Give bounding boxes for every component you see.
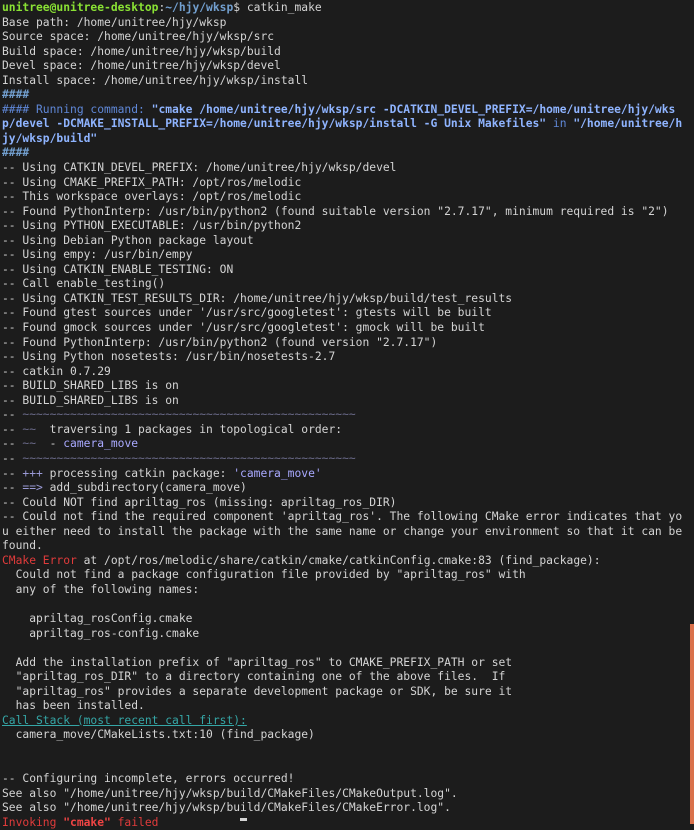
cmake-error-line: CMake Error at /opt/ros/melodic/share/ca… [2,553,601,567]
error-line: apriltag_rosConfig.cmake [2,611,193,625]
log-line: -- Found gtest sources under '/usr/src/g… [2,306,492,320]
error-line [2,597,686,612]
log-line: -- Using CATKIN_ENABLE_TESTING: ON [2,262,234,276]
configuring-incomplete-line: -- Configuring incomplete, errors occurr… [2,771,295,785]
error-line: any of the following names: [2,582,200,596]
log-line: -- Call enable_testing() [2,277,166,291]
hash-line: #### [2,88,30,102]
log-line: -- catkin 0.7.29 [2,364,111,378]
prompt-command: catkin_make [240,1,322,14]
topo-heading: -- ~~ traversing 1 packages in topologic… [2,422,343,436]
running-prefix: #### Running command: [2,102,152,116]
running-in: in [546,117,574,131]
package-name: camera_move [63,437,139,451]
call-stack-line: Call Stack (most recent call first): [2,714,686,729]
log-line: -- Using empy: /usr/bin/empy [2,248,193,262]
source-space-line: Source space: /home/unitree/hjy/wksp/src [2,30,275,44]
error-line: "apriltag_ros_DIR" to a directory contai… [2,670,506,684]
error-line: Add the installation prefix of "apriltag… [2,655,513,669]
error-line: "apriltag_ros" provides a separate devel… [2,684,513,698]
notfound-explanation: -- Could not find the required component… [2,510,689,553]
prompt-line: unitree@unitree-desktop:~/hjy/wksp$ catk… [2,1,686,16]
call-stack-label: Call Stack (most recent call first): [2,713,247,727]
prompt-path: ~/hjy/wksp [165,1,234,14]
error-line [2,641,686,656]
invoking-failed-line: Invoking "cmake" failed [2,815,159,829]
terminal-output[interactable]: unitree@unitree-desktop:~/hjy/wksp$ catk… [2,1,686,830]
log-line: -- BUILD_SHARED_LIBS is on [2,393,179,407]
running-command-line: #### Running command: "cmake /home/unitr… [2,103,686,147]
processing-line: -- +++ processing catkin package: 'camer… [2,466,322,480]
error-line: Could not find a package configuration f… [2,568,526,582]
call-stack-item: camera_move/CMakeLists.txt:10 (find_pack… [2,728,315,742]
error-line: apriltag_ros-config.cmake [2,626,200,640]
topo-package: -- ~~ - camera_move [2,437,139,451]
log-line: -- Using CATKIN_TEST_RESULTS_DIR: /home/… [2,291,513,305]
package-name: 'camera_move' [233,466,322,480]
see-also-error-log: See also "/home/unitree/hjy/wksp/build/C… [2,801,451,815]
error-line: has been installed. [2,699,145,713]
log-line: -- Using CATKIN_DEVEL_PREFIX: /home/unit… [2,161,397,175]
log-line: -- Found PythonInterp: /usr/bin/python2 … [2,204,669,218]
log-line: -- Found gmock sources under '/usr/src/g… [2,321,485,335]
prompt-user-host: unitree@unitree-desktop [2,1,159,14]
cmake-error-label: CMake Error [2,553,77,567]
log-line: -- Using CMAKE_PREFIX_PATH: /opt/ros/mel… [2,175,302,189]
log-line: -- Found PythonInterp: /usr/bin/python2 … [2,335,438,349]
cmake-log-block: -- Using CATKIN_DEVEL_PREFIX: /home/unit… [2,161,686,408]
see-also-output-log: See also "/home/unitree/hjy/wksp/build/C… [2,786,458,800]
log-line: -- Using Python nosetests: /usr/bin/nose… [2,350,336,364]
hash-line: #### [2,146,30,160]
error-body: Could not find a package configuration f… [2,568,686,713]
log-line: -- This workspace overlays: /opt/ros/mel… [2,190,302,204]
log-line: -- Using PYTHON_EXECUTABLE: /usr/bin/pyt… [2,219,302,233]
notfound-line: -- Could NOT find apriltag_ros (missing:… [2,495,397,509]
log-line: -- BUILD_SHARED_LIBS is on [2,379,179,393]
add-subdirectory-line: -- ==> add_subdirectory(camera_move) [2,481,247,495]
topo-separator: -- ~~~~~~~~~~~~~~~~~~~~~~~~~~~~~~~~~~~~~… [2,451,356,465]
terminal-scrollbar[interactable] [690,624,694,824]
build-space-line: Build space: /home/unitree/hjy/wksp/buil… [2,44,281,58]
topo-separator: -- ~~~~~~~~~~~~~~~~~~~~~~~~~~~~~~~~~~~~~… [2,408,356,422]
base-path-line: Base path: /home/unitree/hjy/wksp [2,15,227,29]
install-space-line: Install space: /home/unitree/hjy/wksp/in… [2,73,309,87]
devel-space-line: Devel space: /home/unitree/hjy/wksp/deve… [2,59,281,73]
log-line: -- Using Debian Python package layout [2,233,254,247]
